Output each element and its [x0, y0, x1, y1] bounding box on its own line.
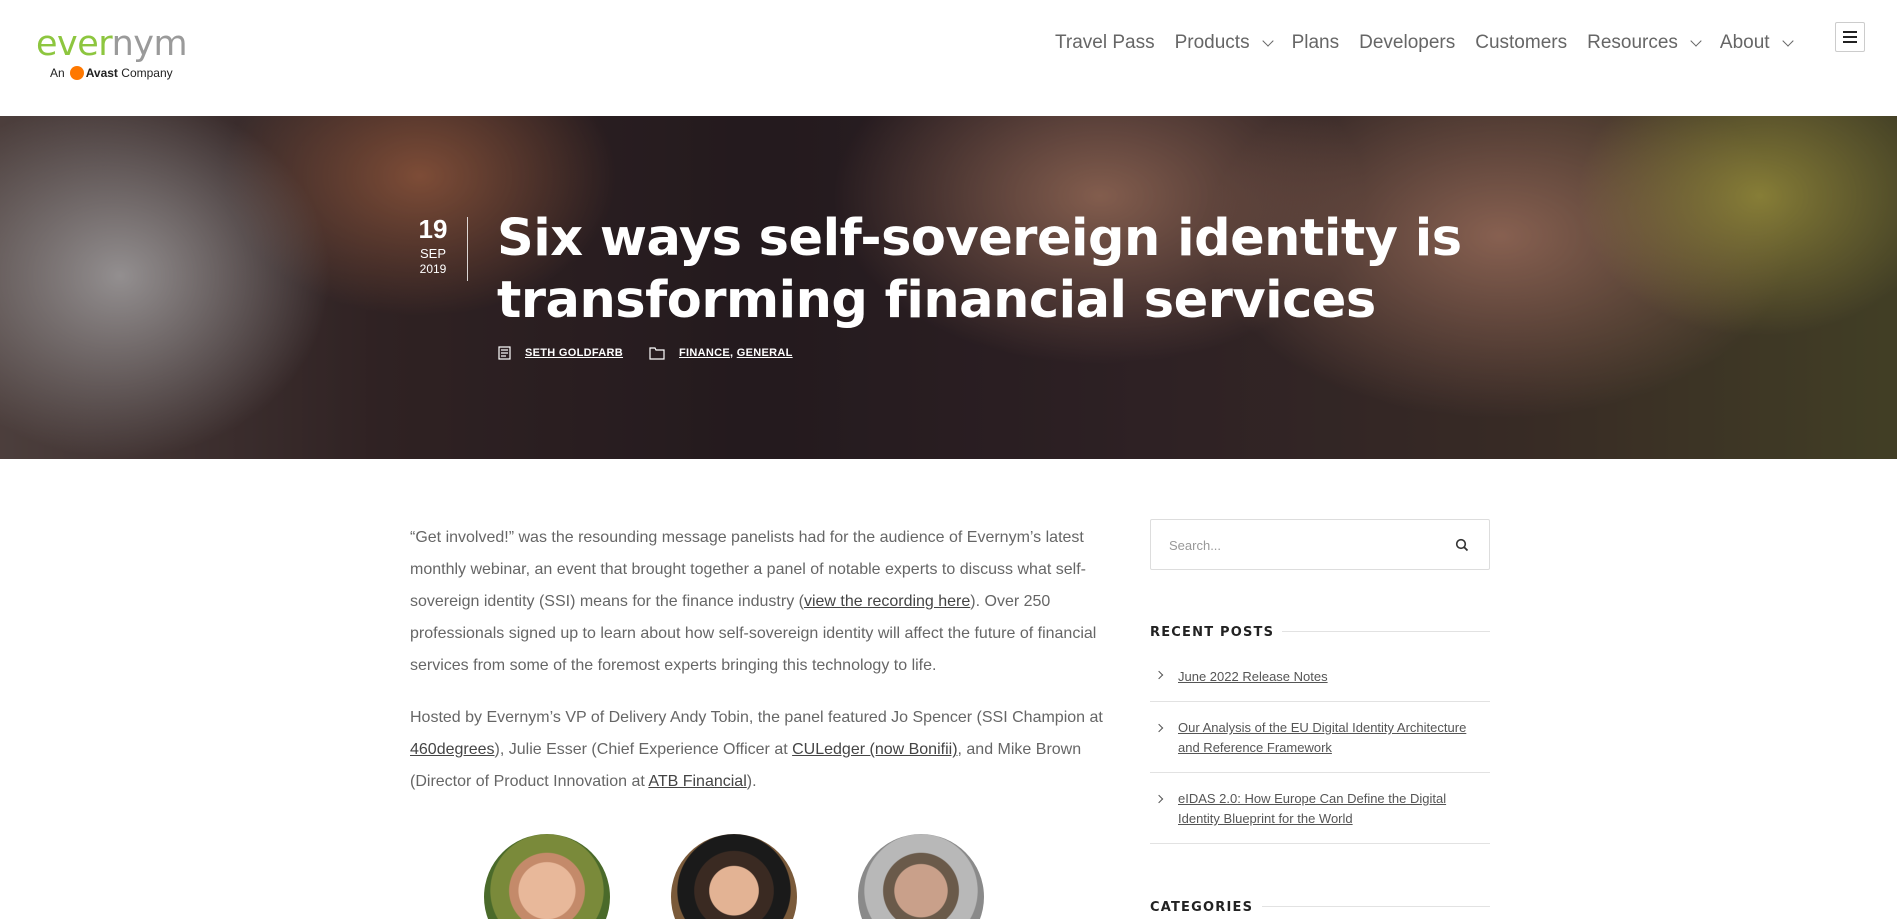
list-item: eIDAS 2.0: How Europe Can Define the Dig…	[1150, 773, 1490, 844]
recent-post-link[interactable]: June 2022 Release Notes	[1178, 669, 1328, 684]
list-item: Our Analysis of the EU Digital Identity …	[1150, 702, 1490, 773]
nav-item-about[interactable]: About	[1720, 32, 1794, 54]
chevron-down-icon	[1690, 34, 1702, 47]
nav-item-plans[interactable]: Plans	[1292, 32, 1340, 54]
nav-item-customers[interactable]: Customers	[1475, 32, 1567, 54]
panelist-photo	[671, 834, 797, 919]
recording-link[interactable]: view the recording here	[804, 593, 970, 610]
date-divider	[467, 217, 468, 281]
author-icon	[498, 346, 511, 360]
heading-divider	[1282, 631, 1490, 632]
logo-subtitle: An Avast Company	[50, 66, 173, 80]
evernym-logo[interactable]: evernym An Avast Company	[36, 24, 206, 84]
recent-post-link[interactable]: eIDAS 2.0: How Europe Can Define the Dig…	[1178, 791, 1446, 826]
chevron-down-icon	[1781, 34, 1794, 47]
link-460degrees[interactable]: 460degrees	[410, 741, 495, 758]
category-link-finance[interactable]: FINANCE	[679, 347, 730, 359]
page-title: Six ways self-sovereign identity is tran…	[497, 209, 1462, 330]
search-box	[1150, 519, 1490, 570]
panelist-photo	[484, 834, 610, 919]
recent-posts-heading: RECENT POSTS	[1150, 625, 1275, 640]
nav-item-resources[interactable]: Resources	[1587, 32, 1702, 54]
chevron-right-icon	[1154, 794, 1164, 804]
hamburger-icon[interactable]	[1835, 22, 1865, 52]
post-body: “Get involved!” was the resounding messa…	[410, 522, 1110, 818]
chevron-right-icon	[1154, 723, 1164, 733]
post-meta: SETH GOLDFARB FINANCE, GENERAL	[498, 346, 793, 360]
list-item: June 2022 Release Notes	[1150, 649, 1490, 702]
heading-divider	[1262, 906, 1490, 907]
search-input[interactable]	[1169, 535, 1429, 555]
main-nav: Travel Pass Products Plans Developers Cu…	[1055, 30, 1812, 56]
nav-item-travel-pass[interactable]: Travel Pass	[1055, 32, 1155, 54]
chevron-right-icon	[1154, 670, 1164, 680]
nav-item-developers[interactable]: Developers	[1359, 32, 1455, 54]
paragraph-intro: “Get involved!” was the resounding messa…	[410, 529, 1097, 674]
link-atb-financial[interactable]: ATB Financial	[648, 773, 746, 790]
search-icon[interactable]	[1455, 538, 1469, 552]
categories-heading: CATEGORIES	[1150, 900, 1254, 915]
nav-item-products[interactable]: Products	[1175, 32, 1274, 54]
folder-icon	[649, 347, 665, 360]
hero-banner: 19 SEP 2019 Six ways self-sovereign iden…	[0, 116, 1897, 459]
recent-post-link[interactable]: Our Analysis of the EU Digital Identity …	[1178, 720, 1466, 755]
post-date-month: SEP	[419, 246, 446, 261]
recent-posts-list: June 2022 Release Notes Our Analysis of …	[1150, 649, 1490, 844]
logo-wordmark: evernym	[36, 24, 188, 64]
panelist-photos	[484, 834, 1004, 919]
chevron-down-icon	[1261, 34, 1274, 47]
post-date-day: 19	[418, 214, 448, 244]
category-separator: ,	[730, 347, 734, 359]
category-link-general[interactable]: GENERAL	[737, 347, 793, 359]
site-header: evernym An Avast Company Travel Pass Prod…	[0, 0, 1897, 116]
author-link[interactable]: SETH GOLDFARB	[525, 347, 623, 359]
avast-icon	[69, 66, 84, 80]
panelist-photo	[858, 834, 984, 919]
post-date: 19 SEP 2019	[412, 214, 454, 276]
paragraph-panel: Hosted by Evernym’s VP of Delivery Andy …	[410, 709, 1103, 790]
post-date-year: 2019	[419, 262, 447, 276]
link-culedger[interactable]: CULedger (now Bonifii)	[792, 741, 957, 758]
